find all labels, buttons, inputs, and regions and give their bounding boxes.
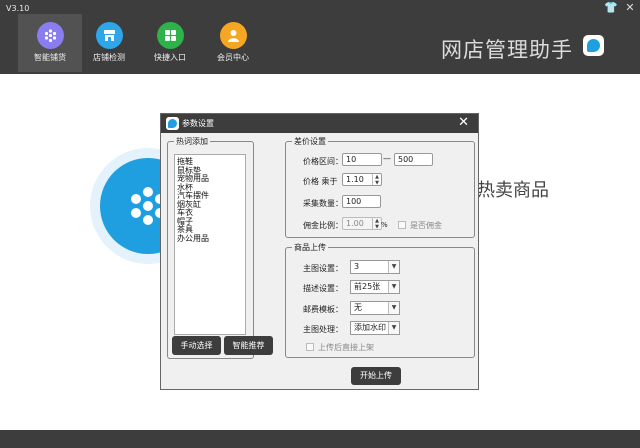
main-image-label: 主图设置： [303, 264, 343, 273]
skin-icon[interactable]: 👕 [604, 2, 618, 14]
top-bar: V3.10 👕 ✕ 智能铺货 店铺检测 快捷入口 会员中心 网店管理助手 [0, 0, 640, 74]
store-icon [95, 22, 123, 49]
list-item[interactable]: 办公用品 [177, 234, 243, 244]
grid-icon [156, 22, 184, 49]
commission-checkbox[interactable] [398, 221, 406, 229]
select-value: 添加水印 [354, 323, 386, 332]
auto-list-label: 上传后直接上架 [318, 343, 374, 352]
settings-dialog: 参数设置 ✕ 热词添加 拖鞋 鼠标垫 宠物用品 水杯 汽车摆件 烟灰缸 车衣 帽… [160, 113, 479, 390]
hot-words-group: 热词添加 拖鞋 鼠标垫 宠物用品 水杯 汽车摆件 烟灰缸 车衣 帽子 茶具 办公… [167, 136, 254, 359]
spin-arrows-icon[interactable]: ▲ ▼ [372, 218, 381, 230]
image-process-select[interactable]: 添加水印 ▼ [350, 321, 400, 335]
shipping-template-label: 邮费模板： [303, 305, 343, 314]
chevron-down-icon[interactable]: ▼ [388, 322, 399, 334]
price-max-input[interactable]: 500 [394, 153, 433, 166]
collect-count-input[interactable]: 100 [342, 195, 381, 208]
stepper-value: 1.00 [346, 219, 364, 228]
auto-list-checkbox[interactable] [306, 343, 314, 351]
nav-label: 会员中心 [217, 53, 249, 62]
commission-label: 佣金比例： [303, 221, 343, 230]
select-value: 前25张 [354, 282, 381, 291]
version-label: V3.10 [6, 4, 30, 13]
price-range-label: 价格区间： [303, 157, 343, 166]
stepper-value: 1.10 [346, 175, 364, 184]
main-image-select[interactable]: 3 ▼ [350, 260, 400, 274]
group-title: 差价设置 [292, 136, 328, 147]
start-upload-button[interactable]: 开始上传 [351, 367, 401, 385]
status-bar [0, 430, 640, 448]
nav-store-check[interactable]: 店铺检测 [77, 14, 141, 72]
window-controls: 👕 ✕ [604, 2, 636, 14]
nav-label: 快捷入口 [154, 53, 186, 62]
select-value: 无 [354, 303, 362, 312]
chevron-down-icon[interactable]: ▼ [388, 302, 399, 314]
close-icon[interactable]: ✕ [458, 115, 469, 130]
nav-member-center[interactable]: 会员中心 [201, 14, 265, 72]
range-separator: — [383, 154, 391, 163]
nav-label: 店铺检测 [93, 53, 125, 62]
close-window-icon[interactable]: ✕ [624, 2, 636, 14]
chevron-down-icon[interactable]: ▼ [388, 261, 399, 273]
image-process-label: 主图处理： [303, 325, 343, 334]
price-multiplier-label: 价格 乘于 [303, 177, 338, 186]
commission-stepper[interactable]: 1.00 ▲ ▼ [342, 217, 382, 230]
collect-count-label: 采集数量： [303, 199, 343, 208]
group-title: 热词添加 [174, 136, 210, 147]
smart-recommend-button[interactable]: 智能推荐 [224, 336, 273, 355]
select-value: 3 [354, 262, 360, 271]
dialog-title-bar: 参数设置 ✕ [161, 114, 478, 133]
brand-title: 网店管理助手 [441, 38, 573, 62]
app-logo-icon [166, 117, 179, 130]
description-select[interactable]: 前25张 ▼ [350, 280, 400, 294]
nav-quick-entry[interactable]: 快捷入口 [138, 14, 202, 72]
dialog-title: 参数设置 [182, 119, 214, 128]
hot-products-headline: 热卖商品 [477, 180, 549, 201]
chevron-down-icon[interactable]: ▼ [388, 281, 399, 293]
user-icon [219, 22, 247, 49]
spin-arrows-icon[interactable]: ▲ ▼ [372, 174, 381, 186]
manual-select-button[interactable]: 手动选择 [172, 336, 221, 355]
hot-words-list[interactable]: 拖鞋 鼠标垫 宠物用品 水杯 汽车摆件 烟灰缸 车衣 帽子 茶具 办公用品 [174, 154, 246, 335]
commission-checkbox-label: 是否佣金 [410, 221, 442, 230]
brand-logo-icon [583, 35, 604, 56]
nav-smart-listing[interactable]: 智能铺货 [18, 14, 82, 72]
price-min-input[interactable]: 10 [342, 153, 382, 166]
percent-sign: % [381, 221, 388, 229]
group-title: 商品上传 [292, 242, 328, 253]
price-multiplier-stepper[interactable]: 1.10 ▲ ▼ [342, 173, 382, 186]
hexagon-dots-icon [36, 22, 64, 49]
nav-label: 智能铺货 [34, 53, 66, 62]
description-label: 描述设置： [303, 284, 343, 293]
shipping-template-select[interactable]: 无 ▼ [350, 301, 400, 315]
